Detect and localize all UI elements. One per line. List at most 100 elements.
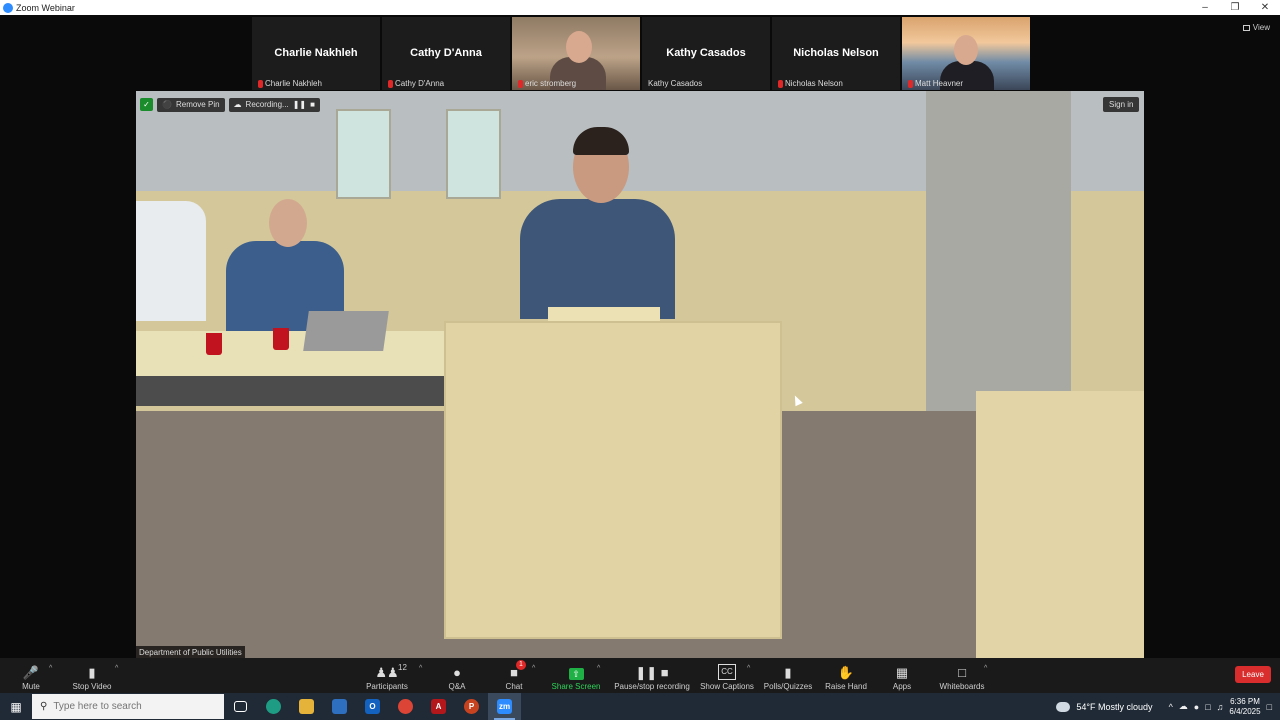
participant-display-name: Kathy Casados: [666, 47, 746, 59]
video-podium: [444, 321, 782, 639]
video-laptop: [303, 311, 389, 351]
zoom-app-icon: [3, 2, 13, 13]
task-view-icon[interactable]: [224, 693, 257, 720]
acrobat-icon[interactable]: A: [422, 693, 455, 720]
video-source-label: Department of Public Utilities: [136, 646, 245, 658]
search-icon: ⚲: [40, 701, 48, 712]
apps-icon: ▦: [895, 665, 909, 680]
clock-date: 6/4/2025: [1229, 706, 1261, 716]
participant-video-face: [954, 35, 978, 65]
minimize-icon[interactable]: –: [1190, 0, 1220, 15]
participants-count: 12: [398, 663, 407, 672]
participants-options-chevron-icon[interactable]: ^: [419, 665, 422, 672]
mute-button[interactable]: 🎤 Mute: [18, 660, 44, 692]
meeting-toolbar: 🎤 Mute ^ ▮ Stop Video ^ ♟♟ Participants …: [0, 658, 1280, 693]
stop-icon[interactable]: ■: [310, 100, 315, 109]
weather-text[interactable]: 54°F Mostly cloudy: [1076, 702, 1152, 712]
share-arrow-icon: ⇧: [568, 668, 584, 680]
taskbar-search[interactable]: ⚲: [32, 694, 224, 719]
pause-stop-recording-button[interactable]: ❚❚ ■ Pause/stop recording: [613, 660, 691, 692]
view-label: View: [1252, 23, 1270, 32]
window-title: Zoom Webinar: [16, 2, 75, 13]
video-speaker-body: [520, 199, 675, 319]
participant-label: Matt Heavner: [908, 79, 963, 88]
taskbar-clock[interactable]: 6:36 PM 6/4/2025: [1229, 697, 1260, 717]
video-camera-icon: ▮: [88, 665, 96, 680]
edge-icon[interactable]: [257, 693, 290, 720]
video-options-chevron-icon[interactable]: ^: [115, 665, 118, 672]
participant-video-face: [566, 31, 592, 63]
close-icon[interactable]: ✕: [1250, 0, 1280, 15]
video-table-front: [136, 376, 446, 406]
mic-muted-icon: [908, 79, 913, 88]
video-cup: [206, 333, 222, 355]
pause-icon[interactable]: ❚❚: [293, 100, 306, 109]
video-desk-right: [976, 391, 1144, 658]
chevron-up-icon[interactable]: ^: [1169, 702, 1173, 712]
captions-options-chevron-icon[interactable]: ^: [747, 665, 750, 672]
video-person-seated-head: [269, 199, 307, 247]
outlook-icon[interactable]: O: [356, 693, 389, 720]
video-door: [926, 91, 1071, 411]
microphone-tray-icon[interactable]: ●: [1194, 702, 1199, 712]
participant-label: eric stromberg: [518, 79, 576, 88]
zoom-taskbar-icon[interactable]: zm: [488, 693, 521, 720]
participant-tile[interactable]: Kathy Casados Kathy Casados: [642, 17, 770, 90]
mic-muted-icon: [258, 79, 263, 88]
taskbar-search-input[interactable]: [53, 701, 214, 712]
volume-icon[interactable]: ♫: [1217, 702, 1224, 712]
view-button[interactable]: View: [1242, 23, 1270, 32]
leave-button[interactable]: Leave: [1235, 666, 1271, 683]
whiteboards-button[interactable]: □ Whiteboards: [937, 660, 987, 692]
participant-label: Cathy D'Anna: [388, 79, 444, 88]
apps-button[interactable]: ▦ Apps: [890, 660, 914, 692]
stop-video-button[interactable]: ▮ Stop Video: [70, 660, 114, 692]
participant-display-name: Charlie Nakhleh: [274, 47, 358, 59]
mic-muted-icon: [778, 79, 783, 88]
cc-icon: CC: [718, 664, 736, 680]
polls-quizzes-button[interactable]: ▮ Polls/Quizzes: [763, 660, 813, 692]
windows-start-icon[interactable]: ▦: [0, 693, 32, 720]
maximize-icon[interactable]: ❐: [1220, 0, 1250, 15]
remove-pin-button[interactable]: ⚫ Remove Pin: [157, 97, 225, 112]
store-icon[interactable]: [323, 693, 356, 720]
participant-label: Charlie Nakhleh: [258, 79, 322, 88]
participant-tile[interactable]: Cathy D'Anna Cathy D'Anna: [382, 17, 510, 90]
cloud-icon: ☁: [233, 100, 242, 109]
network-icon[interactable]: □: [1205, 702, 1210, 712]
pin-icon: ⚫: [162, 100, 172, 109]
powerpoint-icon[interactable]: P: [455, 693, 488, 720]
mic-muted-icon: [518, 79, 523, 88]
sign-in-button[interactable]: Sign in: [1103, 97, 1140, 112]
raise-hand-button[interactable]: ✋ Raise Hand: [824, 660, 868, 692]
whiteboards-options-chevron-icon[interactable]: ^: [984, 665, 987, 672]
share-screen-button[interactable]: ⇧ Share Screen: [552, 660, 600, 691]
share-options-chevron-icon[interactable]: ^: [597, 665, 600, 672]
clock-time: 6:36 PM: [1230, 696, 1260, 706]
video-person-left: [136, 201, 206, 321]
participant-video-tile[interactable]: Matt Heavner: [902, 17, 1030, 90]
notifications-icon[interactable]: □: [1267, 702, 1272, 712]
recording-indicator[interactable]: ☁ Recording... ❚❚ ■: [228, 97, 320, 112]
video-window: [336, 109, 391, 199]
chrome-icon[interactable]: [389, 693, 422, 720]
hand-icon: ✋: [837, 665, 855, 680]
mute-options-chevron-icon[interactable]: ^: [49, 665, 52, 672]
participant-video-tile[interactable]: eric stromberg: [512, 17, 640, 90]
shield-icon[interactable]: ✓: [140, 98, 153, 111]
bar-chart-icon: ▮: [784, 665, 792, 680]
pause-stop-icon: ❚❚ ■: [635, 665, 669, 680]
main-video-feed[interactable]: [136, 91, 1144, 658]
system-tray: 54°F Mostly cloudy ^ ☁ ● □ ♫ 6:36 PM 6/4…: [1056, 693, 1280, 720]
qa-bubble-icon: ●: [453, 665, 461, 680]
participant-display-name: Cathy D'Anna: [410, 47, 482, 59]
participant-tile[interactable]: Charlie Nakhleh Charlie Nakhleh: [252, 17, 380, 90]
file-explorer-icon[interactable]: [290, 693, 323, 720]
onedrive-cloud-icon[interactable]: ☁: [1179, 701, 1188, 712]
participant-label: Nicholas Nelson: [778, 79, 843, 88]
qa-button[interactable]: ● Q&A: [444, 660, 470, 692]
participant-label: Kathy Casados: [648, 79, 703, 88]
video-cup: [273, 328, 289, 350]
participant-tile[interactable]: Nicholas Nelson Nicholas Nelson: [772, 17, 900, 90]
chat-options-chevron-icon[interactable]: ^: [532, 665, 535, 672]
